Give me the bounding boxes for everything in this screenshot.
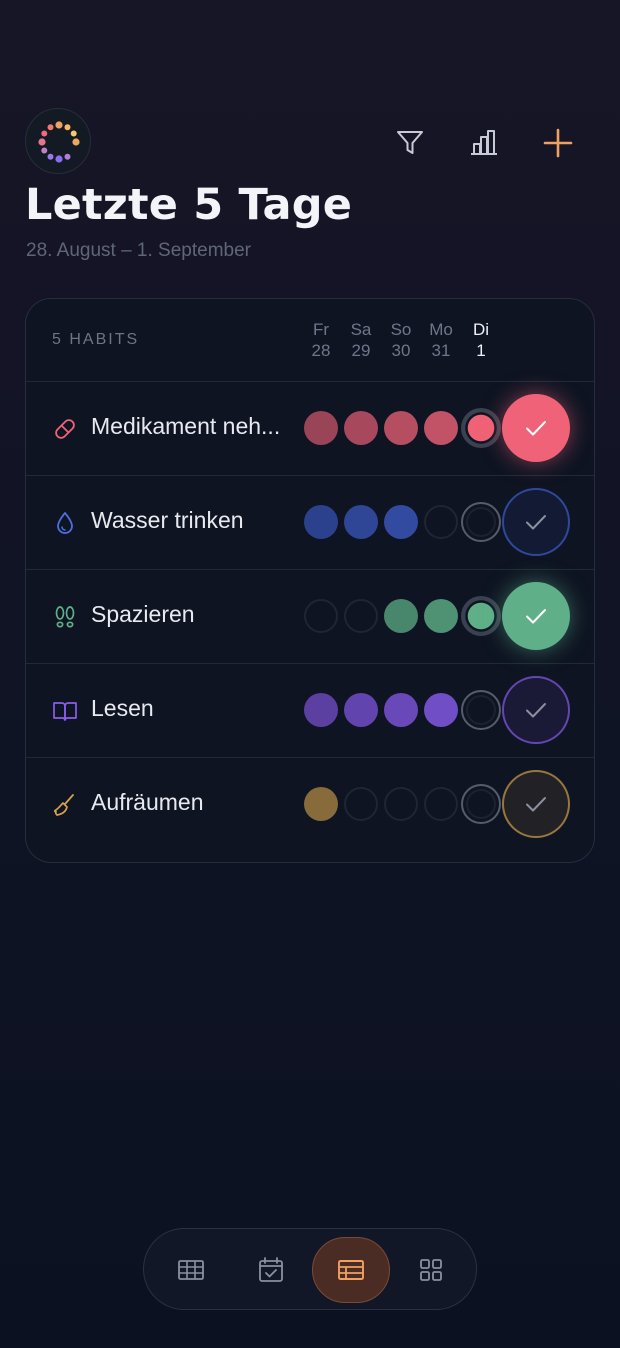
checkmark-icon bbox=[526, 703, 546, 718]
logo-dots-icon bbox=[38, 121, 80, 163]
checkmark-icon bbox=[526, 421, 546, 436]
day-toggle-today[interactable] bbox=[461, 690, 501, 730]
day-dot[interactable] bbox=[304, 787, 338, 821]
day-dot[interactable] bbox=[344, 599, 378, 633]
day-toggle-today[interactable] bbox=[461, 502, 501, 542]
date-range: 28. August – 1. September bbox=[26, 240, 251, 261]
calendar-check-icon bbox=[259, 1257, 283, 1282]
grid-view-icon bbox=[178, 1260, 204, 1280]
day-dot[interactable] bbox=[424, 505, 458, 539]
day-header: Fr 28 bbox=[311, 320, 331, 360]
day-dot[interactable] bbox=[424, 411, 458, 445]
day-dot[interactable] bbox=[384, 787, 418, 821]
plus-icon bbox=[543, 128, 573, 158]
habit-name: Wasser trinken bbox=[91, 507, 244, 533]
footsteps-icon bbox=[55, 606, 75, 628]
day-toggle-today[interactable] bbox=[461, 596, 501, 636]
nav-list-view[interactable] bbox=[312, 1237, 390, 1303]
statistics-button[interactable] bbox=[461, 120, 507, 166]
checkmark-icon bbox=[526, 797, 546, 812]
day-dot[interactable] bbox=[304, 411, 338, 445]
day-header: So 30 bbox=[390, 320, 412, 360]
habit-name: Medikament neh... bbox=[91, 413, 281, 439]
day-dot[interactable] bbox=[384, 599, 418, 633]
habit-name: Spazieren bbox=[91, 601, 195, 627]
logo-dot bbox=[72, 138, 80, 146]
day-dot[interactable] bbox=[304, 693, 338, 727]
broom-icon bbox=[53, 794, 74, 816]
add-habit-button[interactable] bbox=[535, 120, 581, 166]
complete-today-button[interactable] bbox=[502, 770, 570, 838]
logo-dot bbox=[55, 121, 63, 129]
logo-dot bbox=[55, 155, 63, 163]
habit-name: Aufräumen bbox=[91, 789, 204, 815]
day-header-today: Di 1 bbox=[472, 320, 490, 360]
day-dot[interactable] bbox=[344, 693, 378, 727]
nav-dashboard[interactable] bbox=[392, 1237, 470, 1303]
logo-dot bbox=[64, 124, 71, 131]
complete-today-button[interactable] bbox=[502, 488, 570, 556]
logo-dot bbox=[41, 147, 48, 154]
day-dot[interactable] bbox=[304, 599, 338, 633]
day-dot[interactable] bbox=[384, 411, 418, 445]
day-header: Sa 29 bbox=[350, 320, 372, 360]
logo-dot bbox=[70, 130, 77, 137]
logo-dot bbox=[47, 153, 54, 160]
stats-icon bbox=[471, 130, 497, 155]
day-toggle-today[interactable] bbox=[461, 408, 501, 448]
day-dot[interactable] bbox=[384, 693, 418, 727]
day-dot[interactable] bbox=[344, 411, 378, 445]
complete-today-button[interactable] bbox=[502, 676, 570, 744]
day-dot[interactable] bbox=[344, 787, 378, 821]
complete-today-button[interactable] bbox=[502, 582, 570, 650]
checkmark-icon bbox=[526, 609, 546, 624]
filter-icon bbox=[397, 131, 423, 154]
day-dot[interactable] bbox=[304, 505, 338, 539]
habit-name: Lesen bbox=[91, 695, 154, 721]
filter-button[interactable] bbox=[387, 120, 433, 166]
logo-dot bbox=[41, 130, 48, 137]
habits-count-label: 5 HABITS bbox=[52, 331, 140, 348]
checkmark-icon bbox=[526, 515, 546, 530]
logo-dot bbox=[64, 153, 71, 160]
day-header: Mo 31 bbox=[429, 320, 453, 360]
logo-dot bbox=[38, 138, 46, 146]
bottom-nav bbox=[143, 1228, 477, 1310]
page-title: Letzte 5 Tage bbox=[25, 180, 353, 230]
habits-card: 5 HABITS Fr 28 Sa 29 So 30 Mo 31 Di 1 Me… bbox=[25, 298, 595, 863]
list-view-icon bbox=[338, 1260, 364, 1280]
day-dot[interactable] bbox=[424, 599, 458, 633]
day-toggle-today[interactable] bbox=[461, 784, 501, 824]
card-header: 5 HABITS Fr 28 Sa 29 So 30 Mo 31 Di 1 bbox=[26, 299, 594, 382]
day-dot[interactable] bbox=[424, 693, 458, 727]
water-drop-icon bbox=[57, 512, 73, 534]
nav-grid-view[interactable] bbox=[152, 1237, 230, 1303]
nav-calendar[interactable] bbox=[232, 1237, 310, 1303]
complete-today-button[interactable] bbox=[502, 394, 570, 462]
day-dot[interactable] bbox=[384, 505, 418, 539]
book-icon bbox=[53, 702, 77, 721]
pill-icon bbox=[55, 419, 75, 439]
dashboard-icon bbox=[420, 1259, 442, 1281]
logo-dot bbox=[47, 124, 54, 131]
app-logo[interactable] bbox=[25, 108, 91, 174]
day-dot[interactable] bbox=[424, 787, 458, 821]
day-dot[interactable] bbox=[344, 505, 378, 539]
